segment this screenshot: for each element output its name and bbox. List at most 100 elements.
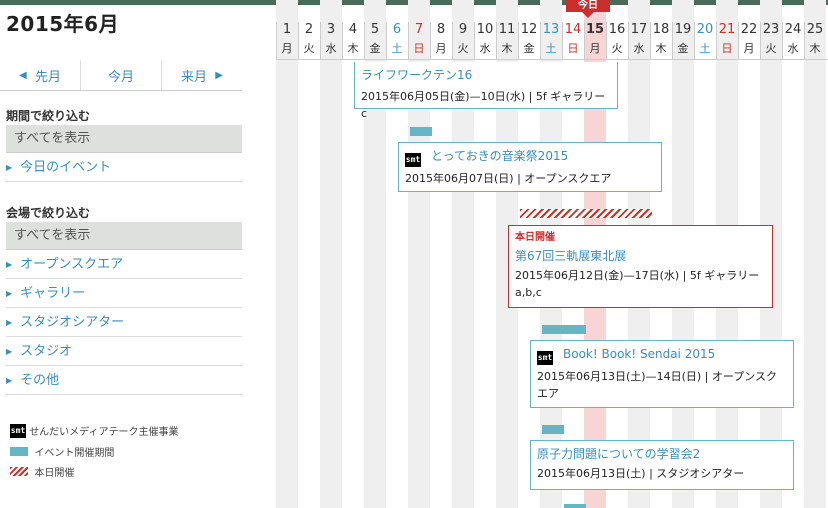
event-card[interactable]: 本日開催 第67回三軌展東北展 2015年06月12日(金)—17日(水) | … <box>508 225 773 308</box>
day-column <box>804 0 826 508</box>
event-card[interactable]: smt とっておきの音楽祭2015 2015年06月07日(日) | オープンスク… <box>398 142 662 192</box>
event-period-bar <box>542 425 564 434</box>
day-weekday: 水 <box>787 42 799 55</box>
event-title[interactable]: ライフワークテン16 <box>361 67 611 83</box>
day-number: 4 <box>348 22 358 37</box>
day-number: 11 <box>498 22 516 37</box>
filter-label: ギャラリー <box>20 286 86 301</box>
today-marker: 今日 <box>566 0 610 18</box>
day-weekday: 月 <box>435 42 447 55</box>
next-month-button[interactable]: 来月 ▶ <box>162 60 242 90</box>
day-number: 23 <box>762 22 780 37</box>
event-dates: 2015年06月13日(土) | スタジオシアター <box>537 467 745 480</box>
legend-smt: smt せんだいメディアテーク主催事業 <box>10 423 179 438</box>
day-weekday: 木 <box>809 42 821 55</box>
event-title[interactable]: Book! Book! Sendai 2015 <box>563 347 715 361</box>
day-weekday: 土 <box>391 42 403 55</box>
day-weekday: 土 <box>545 42 557 55</box>
day-column <box>276 0 298 508</box>
event-period-bar <box>564 504 586 508</box>
filter-studio[interactable]: ▶ スタジオ <box>6 338 242 366</box>
venue-show-all[interactable]: すべてを表示 <box>6 222 242 250</box>
bullet-icon: ▶ <box>6 260 13 269</box>
triangle-right-icon: ▶ <box>215 69 223 81</box>
bullet-icon: ▶ <box>6 347 13 356</box>
legend-bar-label: イベント開催期間 <box>34 448 115 459</box>
filter-other[interactable]: ▶ その他 <box>6 367 242 395</box>
next-month-label: 来月 <box>181 69 208 85</box>
today-badge: 本日開催 <box>515 232 555 243</box>
event-card[interactable]: 原子力問題についての学習会2 2015年06月13日(土) | スタジオシアター <box>530 440 794 490</box>
day-number: 3 <box>326 22 336 37</box>
day-weekday: 金 <box>677 42 689 55</box>
bullet-icon: ▶ <box>6 289 13 298</box>
today-stripe-swatch <box>10 467 28 476</box>
day-weekday: 水 <box>479 42 491 55</box>
filter-label: スタジオシアター <box>20 315 125 330</box>
prev-month-button[interactable]: ◀ 先月 <box>0 60 80 90</box>
filter-today-events[interactable]: ▶ 今日のイベント <box>6 154 242 182</box>
filter-studio-theater[interactable]: ▶ スタジオシアター <box>6 309 242 337</box>
day-weekday: 金 <box>523 42 535 55</box>
day-number: 8 <box>436 22 446 37</box>
event-title[interactable]: とっておきの音楽祭2015 <box>431 149 568 163</box>
current-month-button[interactable]: 今月 <box>80 60 162 90</box>
event-period-swatch <box>10 447 28 456</box>
day-number: 12 <box>520 22 538 37</box>
legend-smt-label: せんだいメディアテーク主催事業 <box>29 427 179 438</box>
event-card[interactable]: smt Book! Book! Sendai 2015 2015年06月13日(土… <box>530 340 794 408</box>
day-number: 2 <box>304 22 314 37</box>
day-number: 17 <box>630 22 648 37</box>
triangle-left-icon: ◀ <box>19 69 27 81</box>
day-weekday: 木 <box>347 42 359 55</box>
day-weekday: 火 <box>611 42 623 55</box>
day-column <box>320 0 342 508</box>
day-number: 25 <box>806 22 824 37</box>
day-weekday: 木 <box>501 42 513 55</box>
filter-label: スタジオ <box>20 344 73 359</box>
venue-filter-title: 会場で絞り込む <box>6 206 91 220</box>
event-dates: 2015年06月05日(金)—10日(水) | 5f ギャラリーc <box>361 90 606 120</box>
day-weekday: 日 <box>721 42 733 55</box>
day-number: 19 <box>674 22 692 37</box>
event-dates: 2015年06月13日(土)—14日(日) | オープンスクエア <box>537 370 777 400</box>
day-number: 22 <box>740 22 758 37</box>
period-filter-title: 期間で絞り込む <box>6 109 91 123</box>
legend-today: 本日開催 <box>10 464 74 479</box>
event-dates: 2015年06月12日(金)—17日(水) | 5f ギャラリーa,b,c <box>515 269 760 299</box>
event-title[interactable]: 第67回三軌展東北展 <box>515 248 766 264</box>
period-show-all[interactable]: すべてを表示 <box>6 125 242 153</box>
day-weekday: 水 <box>633 42 645 55</box>
day-number: 24 <box>784 22 802 37</box>
filter-open-square[interactable]: ▶ オープンスクエア <box>6 251 242 279</box>
day-number: 15 <box>585 22 605 37</box>
day-number: 1 <box>282 22 292 37</box>
event-period-bar <box>542 325 586 334</box>
day-weekday: 木 <box>655 42 667 55</box>
day-column <box>298 0 320 508</box>
sidebar: 2015年6月 ◀ 先月 今月 来月 ▶ 期間で絞り込む すべてを表示 ▶ 今日の… <box>0 0 248 508</box>
event-dates: 2015年06月07日(日) | オープンスクエア <box>405 172 612 185</box>
day-weekday: 火 <box>765 42 777 55</box>
day-number: 7 <box>414 22 424 37</box>
filter-gallery[interactable]: ▶ ギャラリー <box>6 280 242 308</box>
day-number: 9 <box>458 22 468 37</box>
day-weekday: 土 <box>699 42 711 55</box>
day-number: 14 <box>564 22 582 37</box>
event-card[interactable]: ライフワークテン16 2015年06月05日(金)—10日(水) | 5f ギャ… <box>354 62 618 120</box>
event-title[interactable]: 原子力問題についての学習会2 <box>537 446 787 462</box>
day-weekday: 金 <box>369 42 381 55</box>
bullet-icon: ▶ <box>6 318 13 327</box>
day-number: 10 <box>476 22 494 37</box>
day-number: 21 <box>718 22 736 37</box>
day-number: 13 <box>542 22 560 37</box>
event-period-bar <box>410 127 432 136</box>
day-number: 20 <box>696 22 714 37</box>
day-number: 16 <box>608 22 626 37</box>
day-weekday: 月 <box>743 42 755 55</box>
day-column <box>782 0 804 508</box>
header-divider <box>276 59 828 60</box>
bullet-icon: ▶ <box>6 376 13 385</box>
legend-today-label: 本日開催 <box>34 468 75 479</box>
month-nav: ◀ 先月 今月 来月 ▶ <box>0 60 242 91</box>
